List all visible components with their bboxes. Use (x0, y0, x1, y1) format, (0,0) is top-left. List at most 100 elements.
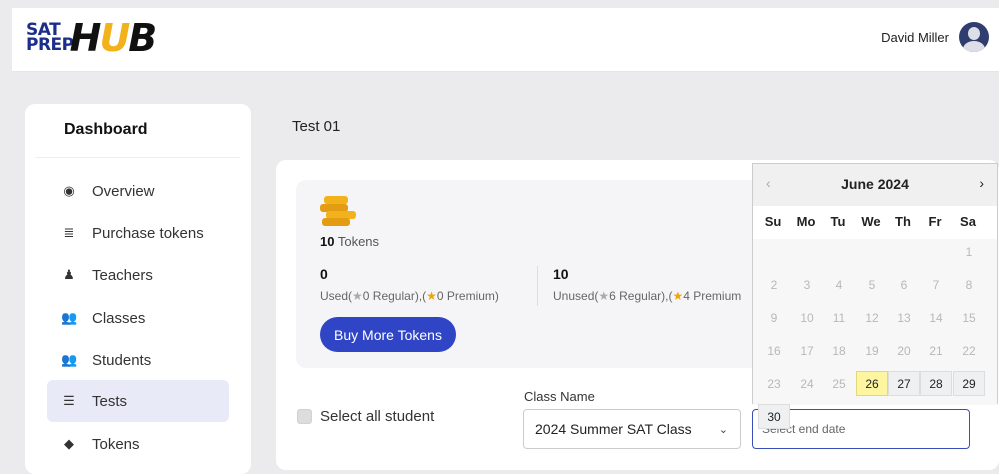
used-prefix: Used( (320, 289, 353, 303)
token-count: 10 Tokens (320, 234, 379, 249)
calendar-day: 18 (832, 343, 846, 358)
user-name: David Miller (881, 29, 949, 45)
calendar-day[interactable]: 26 (856, 371, 888, 396)
sidebar-item-label: Tokens (92, 435, 140, 453)
class-name-label: Class Name (524, 389, 595, 404)
logo-prep: PREP (26, 35, 74, 55)
calendar-day: 13 (897, 310, 911, 325)
logo-small-text: SAT PREP (26, 22, 74, 55)
sidebar-item-purchase-tokens[interactable]: ≣ Purchase tokens (47, 212, 229, 254)
calendar-day: 22 (962, 343, 976, 358)
calendar-month-title: June 2024 (841, 176, 909, 192)
coins-icon: ≣ (63, 225, 75, 240)
weekday-label: Fr (928, 214, 942, 229)
weekday-label: We (861, 214, 881, 229)
sidebar-divider (35, 157, 240, 158)
token-summary-card: 10 Tokens 0 Used(★0 Regular),(★0 Premium… (296, 180, 766, 368)
class-name-select[interactable]: 2024 Summer SAT Class ⌄ (523, 409, 741, 449)
calendar-day: 6 (900, 277, 908, 292)
calendar-day: 20 (897, 343, 911, 358)
avatar[interactable] (959, 22, 989, 52)
select-all-label: Select all student (320, 408, 435, 425)
page-title: Test 01 (292, 118, 341, 135)
calendar-day: 10 (800, 310, 814, 325)
calendar-day: 1 (965, 244, 973, 259)
calendar-day: 24 (800, 376, 814, 391)
buy-more-tokens-button[interactable]: Buy More Tokens (320, 317, 456, 352)
list-icon: ☰ (63, 393, 75, 408)
unused-regular: 6 Regular),( (609, 289, 673, 303)
sidebar-item-label: Students (92, 351, 152, 369)
stats-divider (537, 266, 538, 306)
top-bar: SAT PREP HUB David Miller (12, 8, 999, 72)
unused-prefix: Unused( (553, 289, 599, 303)
logo-b: B (128, 16, 157, 60)
user-menu[interactable]: David Miller (881, 22, 989, 52)
weekday-label: Th (895, 214, 911, 229)
select-all-checkbox[interactable] (297, 409, 312, 424)
sidebar-item-label: Tests (92, 392, 128, 410)
calendar-day[interactable]: 27 (888, 371, 920, 396)
calendar-day: 17 (800, 343, 814, 358)
premium-star-icon: ★ (426, 289, 437, 303)
sidebar-item-classes[interactable]: 👥 Classes (47, 297, 229, 339)
calendar-day: 23 (767, 376, 781, 391)
weekday-label: Sa (960, 214, 976, 229)
users-icon: 👥 (61, 352, 78, 367)
teacher-icon: ♟ (63, 267, 75, 282)
used-premium: 0 Premium) (436, 289, 499, 303)
sat-prep-hub-logo[interactable]: SAT PREP HUB (26, 16, 158, 60)
logo-hub: HUB (69, 16, 158, 60)
sidebar-item-overview[interactable]: ◉ Overview (47, 170, 229, 212)
used-tokens-label: Used(★0 Regular),(★0 Premium) (320, 289, 499, 303)
unused-tokens-value: 10 (553, 266, 569, 282)
calendar-day: 25 (832, 376, 846, 391)
sidebar-item-students[interactable]: 👥 Students (47, 339, 229, 381)
calendar-day: 11 (832, 310, 846, 325)
unused-tokens-label: Unused(★6 Regular),(★4 Premium (553, 289, 741, 303)
sidebar-title: Dashboard (64, 121, 148, 138)
regular-star-icon: ★ (352, 289, 363, 303)
date-picker: ‹ June 2024 › Su Mo Tu We Th Fr Sa 1 2 3 4 5 6 7 8 9 10… (752, 163, 998, 429)
calendar-day: 5 (868, 277, 876, 292)
regular-star-icon: ★ (598, 289, 610, 303)
next-month-button[interactable]: › (979, 175, 984, 191)
calendar-day: 15 (962, 310, 976, 325)
used-tokens-value: 0 (320, 266, 328, 282)
calendar-day: 12 (865, 310, 879, 325)
calendar-day[interactable]: 29 (953, 371, 985, 396)
calendar-day: 8 (965, 277, 973, 292)
weekday-label: Su (764, 214, 782, 229)
sidebar-item-teachers[interactable]: ♟ Teachers (47, 254, 229, 296)
tag-icon: ◆ (64, 436, 74, 451)
sidebar-item-label: Teachers (92, 266, 153, 284)
sidebar: Dashboard ◉ Overview ≣ Purchase tokens ♟… (25, 104, 251, 474)
calendar-day[interactable]: 30 (758, 404, 790, 429)
calendar-day: 7 (932, 277, 940, 292)
calendar-day: 3 (803, 277, 811, 292)
calendar-day: 9 (770, 310, 778, 325)
calendar-day[interactable]: 28 (920, 371, 952, 396)
coins-icon (320, 196, 356, 226)
logo-u: U (99, 16, 130, 60)
chevron-down-icon: ⌄ (718, 423, 728, 436)
calendar-day: 16 (767, 343, 781, 358)
sidebar-item-tests[interactable]: ☰ Tests (47, 380, 229, 422)
calendar-day: 21 (929, 343, 943, 358)
weekday-label: Mo (796, 214, 816, 229)
select-all-students[interactable]: Select all student (297, 408, 434, 425)
token-count-value: 10 (320, 234, 335, 249)
sidebar-item-label: Overview (92, 182, 155, 200)
sidebar-item-label: Purchase tokens (92, 224, 204, 242)
logo-h: H (69, 16, 102, 60)
date-picker-header: ‹ June 2024 › (753, 164, 997, 206)
calendar-day: 14 (929, 310, 943, 325)
calendar-day: 2 (770, 277, 778, 292)
calendar-day: 4 (835, 277, 843, 292)
token-count-label: Tokens (334, 234, 380, 249)
unused-premium: 4 Premium (683, 289, 742, 303)
sidebar-item-tokens[interactable]: ◆ Tokens (47, 423, 229, 465)
calendar-day: 19 (865, 343, 879, 358)
class-name-value: 2024 Summer SAT Class (535, 421, 692, 437)
used-regular: 0 Regular),( (362, 289, 427, 303)
